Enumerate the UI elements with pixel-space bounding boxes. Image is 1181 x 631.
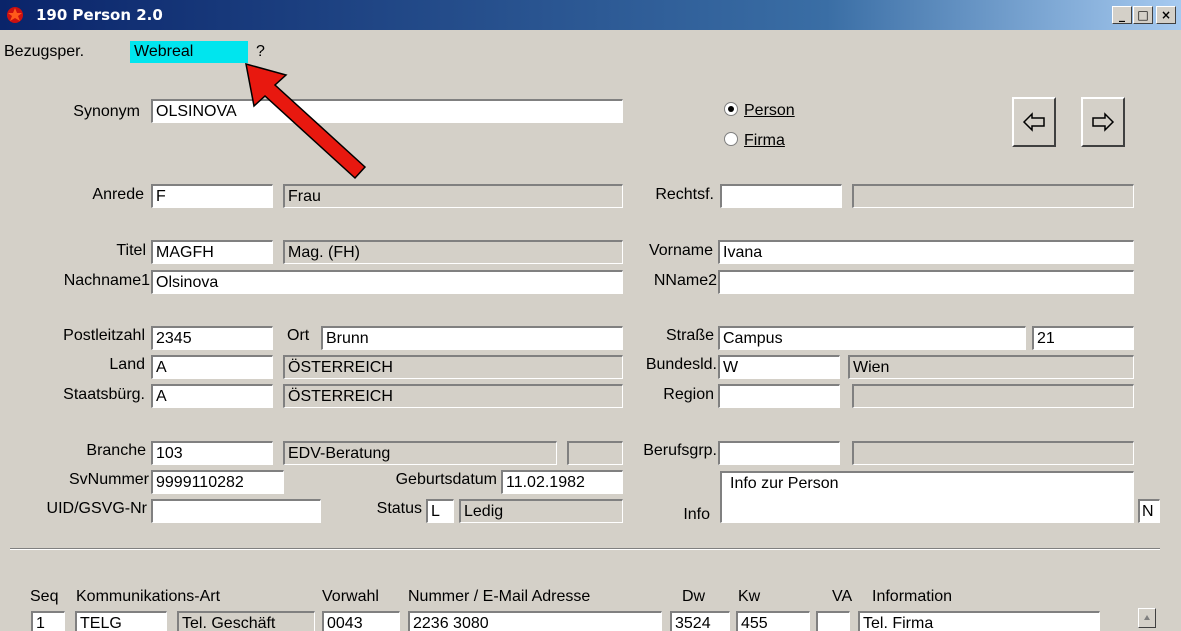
col-header-information: Information [872,588,953,605]
ort-label: Ort [287,327,310,344]
staatsbuerg-code-field[interactable]: A [151,384,273,408]
anrede-code-field[interactable]: F [151,184,273,208]
postleitzahl-field[interactable]: 2345 [151,326,273,350]
arrow-left-icon [1022,112,1045,132]
col-header-vorwahl: Vorwahl [322,588,379,605]
col-header-seq: Seq [30,588,59,605]
info-textarea[interactable]: Info zur Person [720,471,1134,523]
svnummer-label: SvNummer [68,471,149,488]
region-code-field[interactable] [718,384,840,408]
rechtsf-text-field [852,184,1134,208]
close-button[interactable]: × [1156,6,1176,24]
app-icon [7,7,23,23]
komm-art-field: Tel. Geschäft [177,611,315,631]
land-label: Land [109,356,145,373]
status-code-field[interactable]: L [426,499,454,523]
komm-va-field[interactable] [816,611,850,631]
berufsgrp-text-field [852,441,1134,465]
uid-label: UID/GSVG-Nr [46,500,147,517]
branche-code-field[interactable]: 103 [151,441,273,465]
postleitzahl-label: Postleitzahl [63,327,145,344]
region-text-field [852,384,1134,408]
col-header-dw: Dw [682,588,706,605]
status-text-field: Ledig [459,499,623,523]
info-flag-field[interactable]: N [1138,499,1160,523]
section-divider [10,548,1160,550]
uid-field[interactable] [151,499,321,523]
anrede-label: Anrede [92,186,144,203]
arrow-right-icon [1092,112,1115,132]
nachname1-field[interactable]: Olsinova [151,270,623,294]
col-header-kw: Kw [738,588,761,605]
col-header-va: VA [832,588,853,605]
staatsbuerg-label: Staatsbürg. [63,386,145,403]
triangle-up-icon [1144,615,1150,620]
komm-kw-field[interactable]: 455 [736,611,810,631]
maximize-button[interactable]: □ [1133,6,1153,24]
bundesld-code-field[interactable]: W [718,355,840,379]
anrede-text-field: Frau [283,184,623,208]
branche-label: Branche [86,442,146,459]
berufsgrp-label: Berufsgrp. [643,442,717,459]
komm-vorwahl-field[interactable]: 0043 [322,611,400,631]
komm-information-field[interactable]: Tel. Firma [858,611,1100,631]
radio-person-label: Person [744,102,795,119]
col-header-art: Kommunikations-Art [76,588,221,605]
info-label: Info [683,506,710,523]
rechtsf-code-field[interactable] [720,184,842,208]
staatsbuerg-text-field: ÖSTERREICH [283,384,623,408]
komm-code-field[interactable]: TELG [75,611,167,631]
titel-text-field: Mag. (FH) [283,240,623,264]
application-window: 190 Person 2.0 _ □ × Bezugsper. Webreal … [0,0,1181,631]
svnummer-field[interactable]: 9999110282 [151,470,284,494]
menu-bezugsper[interactable]: Bezugsper. [0,41,88,63]
radio-firma-dot [724,132,738,146]
komm-seq-field[interactable]: 1 [31,611,65,631]
minimize-button[interactable]: _ [1112,6,1132,24]
geburtsdatum-field[interactable]: 11.02.1982 [501,470,623,494]
col-header-nummer: Nummer / E-Mail Adresse [408,588,591,605]
bundesld-text-field: Wien [848,355,1134,379]
next-record-button[interactable] [1081,97,1125,147]
radio-person[interactable]: Person [724,101,795,121]
titel-code-field[interactable]: MAGFH [151,240,273,264]
titel-label: Titel [116,242,146,259]
land-code-field[interactable]: A [151,355,273,379]
komm-dw-field[interactable]: 3524 [670,611,730,631]
berufsgrp-code-field[interactable] [718,441,840,465]
rechtsf-label: Rechtsf. [655,186,714,203]
vorname-field[interactable]: Ivana [718,240,1134,264]
region-label: Region [663,386,714,403]
hausnummer-field[interactable]: 21 [1032,326,1134,350]
status-label: Status [376,500,422,517]
nname2-field[interactable] [718,270,1134,294]
strasse-field[interactable]: Campus [718,326,1026,350]
synonym-field[interactable]: OLSINOVA [151,99,623,123]
komm-nummer-field[interactable]: 2236 3080 [408,611,662,631]
window-title: 190 Person 2.0 [36,6,163,24]
menu-bar: Bezugsper. Webreal ? [0,41,1181,63]
ort-field[interactable]: Brunn [321,326,623,350]
bundesld-label: Bundesld. [645,356,717,373]
vorname-label: Vorname [648,242,713,259]
land-text-field: ÖSTERREICH [283,355,623,379]
radio-firma-label: Firma [744,132,785,149]
title-bar: 190 Person 2.0 _ □ × [0,0,1181,30]
strasse-label: Straße [665,327,714,344]
scroll-up-button[interactable] [1138,608,1156,628]
synonym-label: Synonym [73,103,140,120]
radio-firma[interactable]: Firma [724,131,785,151]
geburtsdatum-label: Geburtsdatum [395,471,497,488]
annotation-arrow-icon [245,62,367,180]
nachname1-label: Nachname1 [63,272,150,289]
nname2-label: NName2 [653,272,717,289]
branche-text-field: EDV-Beratung [283,441,557,465]
previous-record-button[interactable] [1012,97,1056,147]
radio-person-dot [724,102,738,116]
